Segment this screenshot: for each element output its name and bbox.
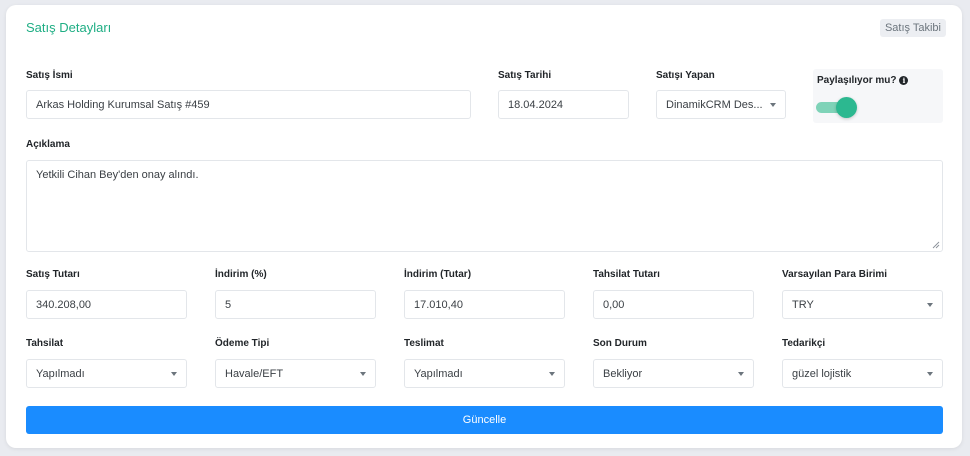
- seller-select[interactable]: DinamikCRM Des...: [656, 90, 786, 119]
- delivery-select[interactable]: Yapılmadı: [404, 359, 565, 388]
- discount-amt-value: 17.010,40: [414, 298, 463, 311]
- delivery-label: Teslimat: [404, 338, 444, 349]
- discount-pct-value: 5: [225, 298, 232, 311]
- sale-date-label: Satış Tarihi: [498, 70, 552, 81]
- toggle-knob: [836, 97, 857, 118]
- sale-details-card: Satış Detayları Satış Takibi Satış İsmi …: [6, 5, 962, 448]
- amount-value: 340.208,00: [36, 298, 92, 311]
- shared-toggle[interactable]: [816, 97, 858, 118]
- collection-amt-label: Tahsilat Tutarı: [593, 269, 660, 280]
- currency-label: Varsayılan Para Birimi: [782, 269, 888, 280]
- chevron-down-icon: [171, 371, 177, 376]
- description-label: Açıklama: [26, 139, 70, 150]
- currency-value: TRY: [792, 298, 814, 311]
- description-value: Yetkili Cihan Bey'den onay alındı.: [36, 169, 199, 181]
- shared-label-text: Paylaşılıyor mu?: [817, 75, 897, 86]
- supplier-label: Tedarikçi: [782, 338, 826, 349]
- chevron-down-icon: [549, 371, 555, 376]
- shared-box: Paylaşılıyor mu? i: [813, 69, 943, 123]
- resize-handle-icon[interactable]: [932, 241, 940, 249]
- sale-date-input[interactable]: 18.04.2024: [498, 90, 629, 119]
- collection-label: Tahsilat: [26, 338, 64, 349]
- sale-name-input[interactable]: Arkas Holding Kurumsal Satış #459: [26, 90, 471, 119]
- sale-name-label: Satış İsmi: [26, 70, 73, 81]
- seller-label: Satışı Yapan: [656, 70, 715, 81]
- update-button[interactable]: Güncelle: [26, 406, 943, 434]
- amount-label: Satış Tutarı: [26, 269, 80, 280]
- payment-type-select[interactable]: Havale/EFT: [215, 359, 376, 388]
- chevron-down-icon: [927, 302, 933, 307]
- collection-value: Yapılmadı: [36, 367, 85, 380]
- collection-amt-value: 0,00: [603, 298, 625, 311]
- chevron-down-icon: [927, 371, 933, 376]
- seller-value: DinamikCRM Des...: [666, 98, 763, 111]
- card-title: Satış Detayları: [26, 20, 112, 35]
- info-icon[interactable]: i: [899, 76, 909, 85]
- delivery-value: Yapılmadı: [414, 367, 463, 380]
- discount-amt-input[interactable]: 17.010,40: [404, 290, 565, 319]
- chevron-down-icon: [738, 371, 744, 376]
- status-value: Bekliyor: [603, 367, 643, 380]
- supplier-select[interactable]: güzel lojistik: [782, 359, 943, 388]
- currency-select[interactable]: TRY: [782, 290, 943, 319]
- sale-name-value: Arkas Holding Kurumsal Satış #459: [36, 98, 210, 111]
- sale-tracking-badge[interactable]: Satış Takibi: [879, 19, 946, 37]
- payment-type-label: Ödeme Tipi: [215, 338, 270, 349]
- chevron-down-icon: [360, 371, 366, 376]
- status-select[interactable]: Bekliyor: [593, 359, 754, 388]
- discount-amt-label: İndirim (Tutar): [404, 269, 472, 280]
- discount-pct-label: İndirim (%): [215, 269, 267, 280]
- collection-select[interactable]: Yapılmadı: [26, 359, 187, 388]
- chevron-down-icon: [770, 102, 776, 107]
- collection-amt-input[interactable]: 0,00: [593, 290, 754, 319]
- status-label: Son Durum: [593, 338, 647, 349]
- sale-date-value: 18.04.2024: [508, 98, 564, 111]
- discount-pct-input[interactable]: 5: [215, 290, 376, 319]
- shared-label: Paylaşılıyor mu? i: [817, 75, 909, 86]
- amount-input[interactable]: 340.208,00: [26, 290, 187, 319]
- payment-type-value: Havale/EFT: [225, 367, 284, 380]
- description-textarea[interactable]: Yetkili Cihan Bey'den onay alındı.: [26, 160, 943, 252]
- supplier-value: güzel lojistik: [792, 367, 852, 380]
